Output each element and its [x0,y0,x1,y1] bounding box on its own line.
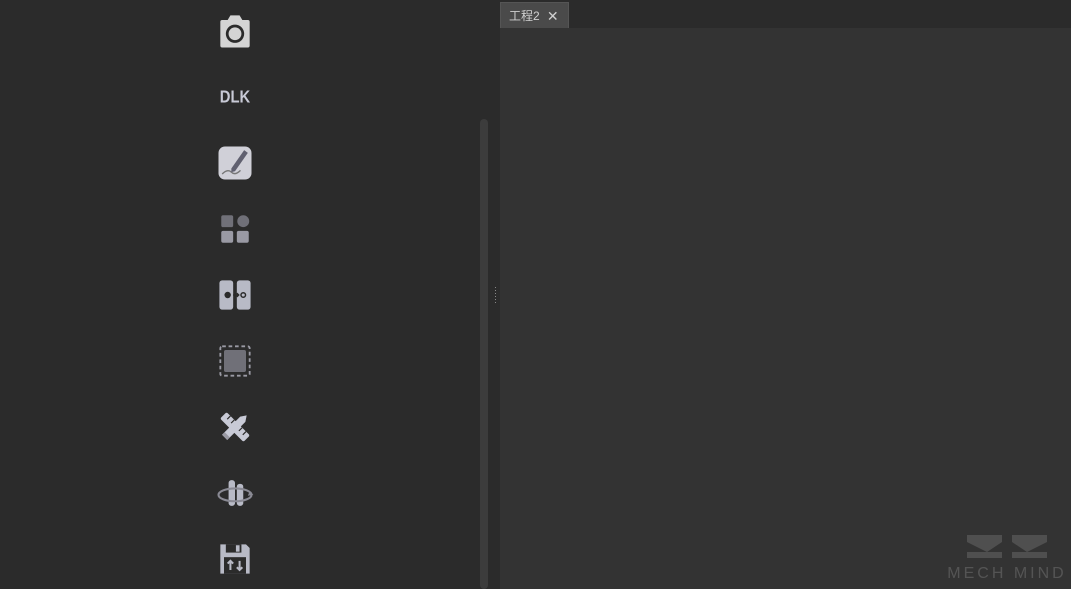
measure-icon [213,405,257,454]
tab-bar: 工程2 ✕ [500,0,1071,28]
tool-palette: DLK [212,10,258,584]
tool-draw[interactable] [212,142,258,188]
tool-camera[interactable] [212,10,258,56]
left-panel-scrollbar[interactable] [480,119,488,589]
mechmind-logo-icon [947,530,1067,565]
shapes-icon [213,207,257,256]
tool-rotate3d[interactable] [212,472,258,518]
tab-project2[interactable]: 工程2 ✕ [500,2,569,28]
panel-splitter[interactable] [490,0,500,589]
brand-text: MECH MIND [947,565,1066,583]
tool-shapes[interactable] [212,208,258,254]
right-panel: 工程2 ✕ MECH MIND [500,0,1071,589]
tab-label: 工程2 [509,7,540,24]
camera-icon [213,9,257,58]
dlk-icon: DLK [213,75,257,124]
close-icon[interactable]: ✕ [546,9,560,23]
draw-icon [213,141,257,190]
save-transfer-icon [213,537,257,586]
canvas-area[interactable]: MECH MIND [500,28,1071,589]
splitter-handle-icon [495,287,496,303]
tool-dlk[interactable]: DLK [212,76,258,122]
frame-icon [213,339,257,388]
tool-split[interactable] [212,274,258,320]
app-container: DLK [0,0,1071,589]
brand-watermark: MECH MIND [947,530,1067,583]
tool-save-transfer[interactable] [212,538,258,584]
tool-frame[interactable] [212,340,258,386]
split-icon [213,273,257,322]
left-panel: DLK [0,0,490,589]
svg-text:DLK: DLK [220,87,251,106]
rotate3d-icon [213,471,257,520]
tool-measure[interactable] [212,406,258,452]
